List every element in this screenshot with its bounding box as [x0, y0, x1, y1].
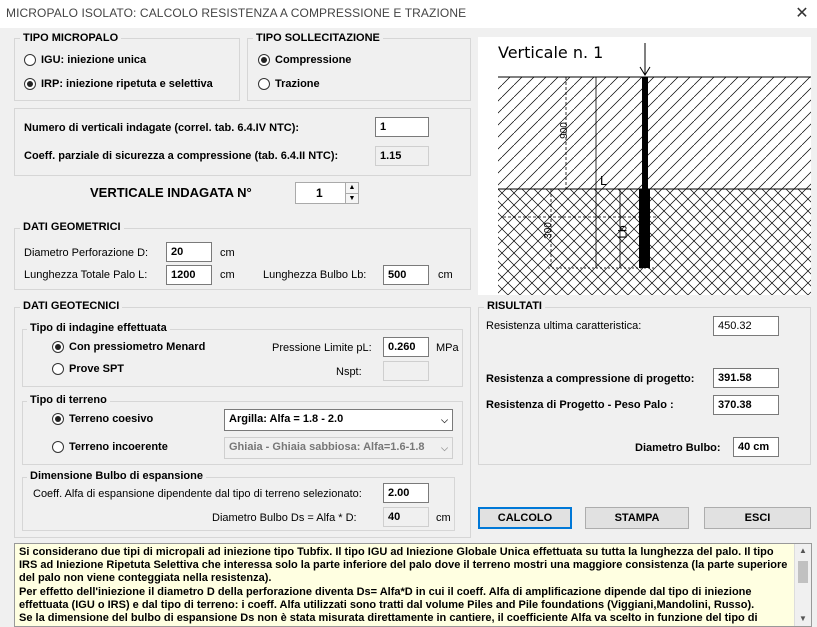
- info-text: Si considerano due tipi di micropali ad …: [19, 546, 789, 626]
- radio-incoerente-label[interactable]: Terreno incoerente: [69, 441, 168, 453]
- radio-irp-label[interactable]: IRP: iniezione ripetuta e selettiva: [41, 78, 213, 90]
- scroll-down-icon[interactable]: ▼: [795, 612, 811, 626]
- num-verticali-input[interactable]: 1: [375, 117, 429, 137]
- ds-label: Diametro Bulbo Ds = Alfa * D:: [212, 512, 357, 524]
- diametro-perforazione-input[interactable]: 20: [166, 242, 212, 262]
- tipo-micropalo-title: TIPO MICROPALO: [20, 32, 122, 44]
- indagine-title: Tipo di indagine effettuata: [27, 322, 170, 334]
- radio-irp[interactable]: [24, 78, 36, 90]
- tipo-sollecitazione-group: [247, 38, 471, 101]
- radio-coesivo[interactable]: [52, 413, 64, 425]
- verticale-indagata-stepper[interactable]: 1 ▲ ▼: [295, 182, 359, 204]
- scroll-thumb[interactable]: [798, 561, 808, 583]
- pressione-limite-input[interactable]: 0.260: [383, 337, 429, 357]
- incoerente-select-value: Ghiaia - Ghiaia sabbiosa: Alfa=1.6-1.8: [229, 441, 425, 453]
- lunghezza-bulbo-input[interactable]: 500: [383, 265, 429, 285]
- info-scrollbar[interactable]: ▲ ▼: [794, 544, 811, 626]
- pressione-unit: MPa: [436, 342, 459, 354]
- chevron-down-icon: ⌵: [441, 415, 448, 425]
- diam-bulbo-field: 40 cm: [733, 437, 779, 457]
- esci-button[interactable]: ESCI: [704, 507, 811, 529]
- upper-soil-layer: [498, 77, 811, 189]
- window-title: MICROPALO ISOLATO: CALCOLO RESISTENZA A …: [6, 6, 467, 20]
- tipo-sollecitazione-title: TIPO SOLLECITAZIONE: [253, 32, 383, 44]
- radio-spt-label[interactable]: Prove SPT: [69, 363, 124, 375]
- res-comp-label: Resistenza a compressione di progetto:: [486, 373, 695, 385]
- diagram-label-Lb: Lb: [615, 225, 630, 239]
- diametro-unit: cm: [220, 247, 235, 259]
- alfa-label: Coeff. Alfa di espansione dipendente dal…: [33, 488, 362, 500]
- dati-geometrici-title: DATI GEOMETRICI: [20, 221, 124, 233]
- close-icon[interactable]: ✕: [792, 4, 812, 24]
- diagram-label-L: L: [600, 173, 608, 188]
- res-peso-field: 370.38: [713, 395, 779, 415]
- lunghezza-unit: cm: [220, 269, 235, 281]
- radio-pressiometro-label[interactable]: Con pressiometro Menard: [69, 341, 205, 353]
- coeff-parziale-label: Coeff. parziale di sicurezza a compressi…: [24, 150, 339, 162]
- coesivo-select-value: Argilla: Alfa = 1.8 - 2.0: [229, 413, 344, 425]
- risultati-title: RISULTATI: [484, 300, 545, 312]
- verticale-diagram: Verticale n. 1 L Lb 900 300: [478, 37, 811, 295]
- radio-pressiometro[interactable]: [52, 341, 64, 353]
- diagram-title: Verticale n. 1: [498, 43, 604, 62]
- lunghezza-palo-label: Lunghezza Totale Palo L:: [24, 269, 148, 281]
- res-comp-field: 391.58: [713, 368, 779, 388]
- chevron-down-icon: ⌵: [441, 443, 448, 453]
- verticale-indagata-label: VERTICALE INDAGATA N°: [90, 185, 252, 200]
- verticale-indagata-value: 1: [316, 186, 323, 200]
- pressione-limite-label: Pressione Limite pL:: [272, 342, 372, 354]
- radio-coesivo-label[interactable]: Terreno coesivo: [69, 413, 153, 425]
- radio-compressione-label[interactable]: Compressione: [275, 54, 351, 66]
- radio-igu-label[interactable]: IGU: iniezione unica: [41, 54, 146, 66]
- ds-unit: cm: [436, 512, 451, 524]
- dati-geotecnici-title: DATI GEOTECNICI: [20, 300, 123, 312]
- ds-field: 40: [383, 507, 429, 527]
- radio-spt[interactable]: [52, 363, 64, 375]
- terreno-title: Tipo di terreno: [27, 394, 110, 406]
- coeff-parziale-field: 1.15: [375, 146, 429, 166]
- diametro-perforazione-label: Diametro Perforazione D:: [24, 247, 149, 259]
- res-ult-label: Resistenza ultima caratteristica:: [486, 320, 642, 332]
- bulbo-unit: cm: [438, 269, 453, 281]
- radio-incoerente[interactable]: [52, 441, 64, 453]
- radio-trazione-label[interactable]: Trazione: [275, 78, 320, 90]
- nspt-field: [383, 361, 429, 381]
- info-paragraph: Si considerano due tipi di micropali ad …: [19, 546, 788, 585]
- num-verticali-label: Numero di verticali indagate (correl. ta…: [24, 122, 300, 134]
- info-paragraph: Per effetto dell'iniezione il diametro D…: [19, 585, 755, 611]
- tipo-micropalo-group: [14, 38, 240, 101]
- spin-down-icon[interactable]: ▼: [345, 193, 358, 203]
- res-peso-label: Resistenza di Progetto - Peso Palo :: [486, 399, 674, 411]
- radio-compressione[interactable]: [258, 54, 270, 66]
- diagram-label-top: 900: [558, 122, 570, 139]
- radio-trazione[interactable]: [258, 78, 270, 90]
- spin-up-icon[interactable]: ▲: [345, 183, 358, 193]
- radio-igu[interactable]: [24, 54, 36, 66]
- scroll-up-icon[interactable]: ▲: [795, 544, 811, 558]
- bulbo-title: Dimensione Bulbo di espansione: [27, 470, 206, 482]
- nspt-label: Nspt:: [336, 366, 362, 378]
- diagram-label-bottom: 300: [542, 222, 554, 239]
- stampa-button[interactable]: STAMPA: [585, 507, 689, 529]
- info-paragraph: Se la dimensione del bulbo di espansione…: [19, 612, 758, 626]
- alfa-input[interactable]: 2.00: [383, 483, 429, 503]
- calcolo-button[interactable]: CALCOLO: [478, 507, 572, 529]
- coesivo-select[interactable]: Argilla: Alfa = 1.8 - 2.0 ⌵: [224, 409, 453, 431]
- incoerente-select: Ghiaia - Ghiaia sabbiosa: Alfa=1.6-1.8 ⌵: [224, 437, 453, 459]
- pile-bulb: [639, 189, 650, 268]
- lower-soil-layer: [498, 189, 811, 295]
- lunghezza-bulbo-label: Lunghezza Bulbo Lb:: [263, 269, 367, 281]
- lunghezza-palo-input[interactable]: 1200: [166, 265, 212, 285]
- pile-diagram-svg: [498, 43, 811, 295]
- res-ult-field: 450.32: [713, 316, 779, 336]
- info-textbox[interactable]: Si considerano due tipi di micropali ad …: [14, 543, 812, 627]
- diam-bulbo-label: Diametro Bulbo:: [635, 442, 721, 454]
- pile-shaft: [642, 77, 648, 189]
